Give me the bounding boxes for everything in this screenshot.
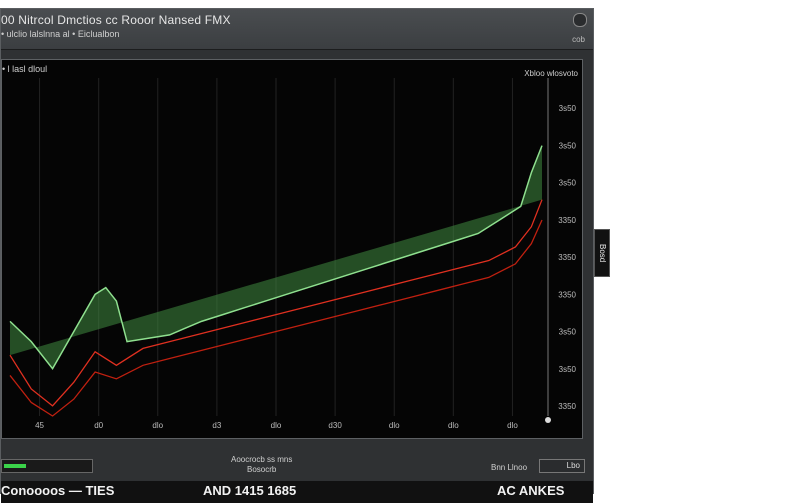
y-tick-label: 3s50 [559,179,577,188]
plot-panel[interactable]: 45 d0 dlo d3 dlo d30 dlo dlo dlo 3s50 3s50 3s50 3350… [1,59,583,439]
window-small-label: cob [572,35,585,44]
side-tab[interactable]: Bosd [594,229,610,277]
plot-background [2,60,582,438]
plot-legend: Xbloo wlosvoto [524,69,578,78]
x-tick-label: 45 [35,421,44,430]
y-tick-label: 3s50 [559,328,577,337]
x-tick-label: dlo [448,421,459,430]
status-field[interactable] [1,459,93,473]
window-title: 00 Nitrcol Dmctios cc Rooor Nansed FMX [1,13,231,27]
bottom-center-line2: Bosocrb [247,465,277,474]
status-level-fill [4,464,26,468]
bottom-right-label: Bnn Llnoo [491,463,528,472]
y-tick-label: 3350 [558,290,576,299]
x-tick-label: d3 [212,421,221,430]
plot-caption: • l lasl dloul [2,64,48,74]
x-tick-label: d0 [94,421,103,430]
y-tick-label: 3s50 [559,365,577,374]
bottom-center-line1: Aoocrocb ss mns [231,455,293,464]
x-tick-label: d30 [328,421,342,430]
spectrum-chart[interactable]: 45 d0 dlo d3 dlo d30 dlo dlo dlo 3s50 3s50 3s50 3350… [2,60,582,438]
y-tick-label: 3350 [558,253,576,262]
bottom-right-field[interactable]: Lbo [539,459,585,473]
x-tick-label: dlo [271,421,282,430]
x-tick-label: dlo [507,421,518,430]
axis-handle[interactable] [545,417,551,423]
bottom-center-labels: Aoocrocb ss mns Bosocrb [231,455,292,475]
x-tick-label: dlo [389,421,400,430]
window-menu-button[interactable] [573,13,587,27]
y-tick-label: 3s50 [559,104,577,113]
x-tick-label: dlo [152,421,163,430]
window-subtitle: • ulclio lalslnna al • Eiclualbon [1,29,120,39]
y-tick-label: 3350 [558,402,576,411]
footer-bar: Conoooos — TIES AND 1415 1685 AC ANKES [1,481,593,503]
title-bar: 00 Nitrcol Dmctios cc Rooor Nansed FMX •… [1,9,593,50]
y-tick-label: 3s50 [559,141,577,150]
app-window: 00 Nitrcol Dmctios cc Rooor Nansed FMX •… [0,8,594,503]
y-tick-label: 3350 [558,216,576,225]
